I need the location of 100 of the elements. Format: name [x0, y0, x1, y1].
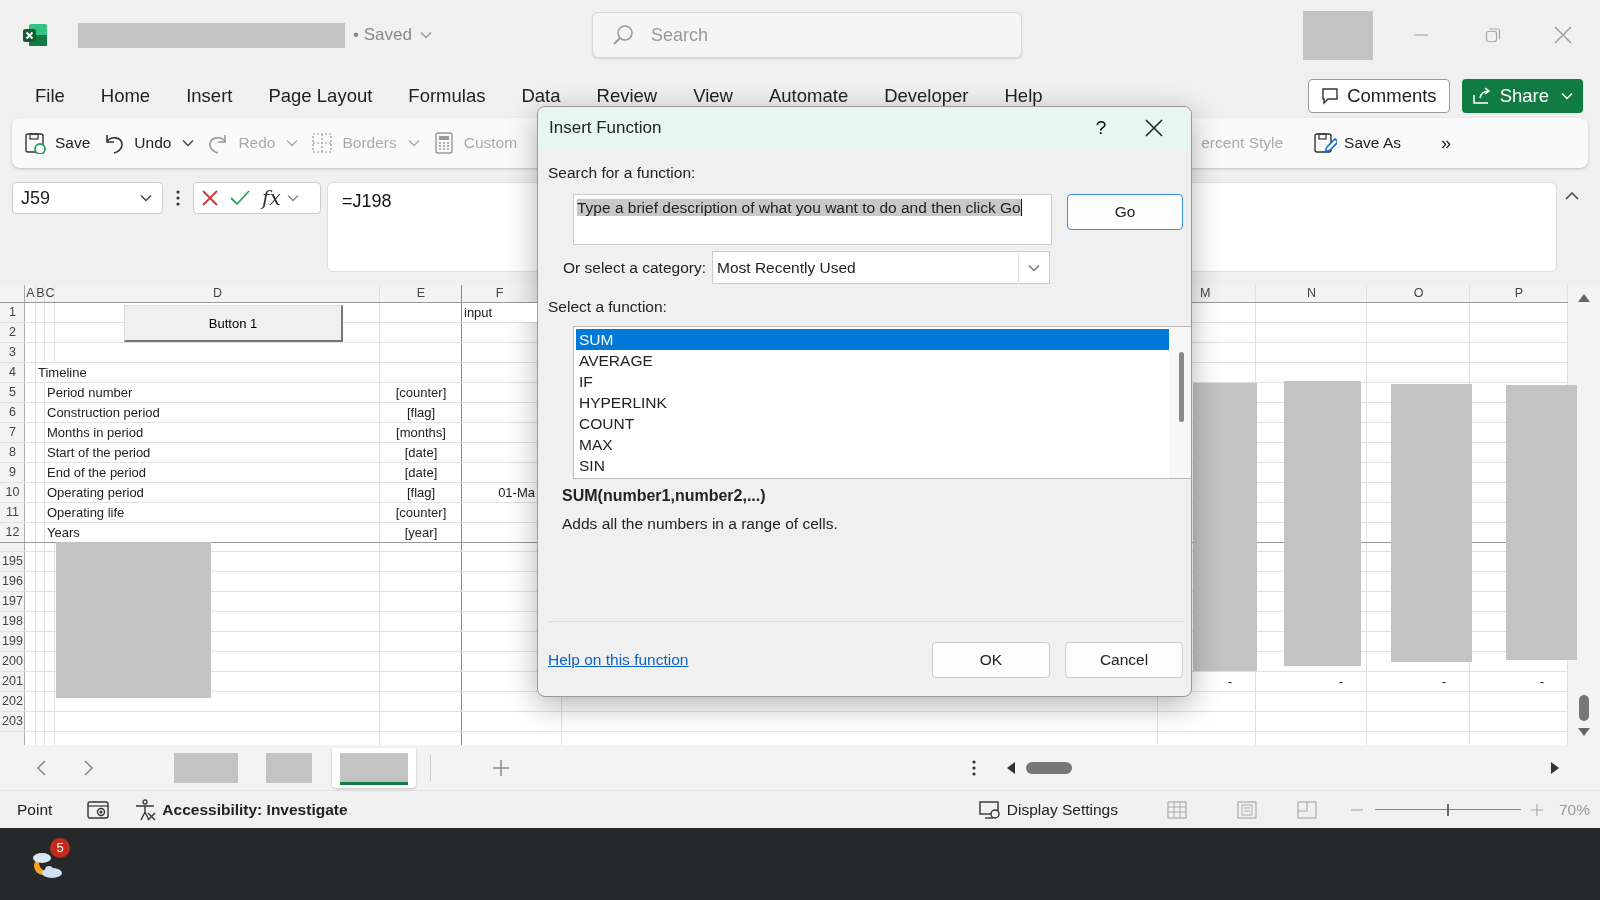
restore-icon[interactable]	[1485, 27, 1501, 43]
more-icon[interactable]	[972, 759, 976, 776]
share-button[interactable]: Share	[1461, 79, 1583, 113]
enter-icon[interactable]	[230, 190, 250, 206]
column-header[interactable]: F	[462, 285, 537, 302]
function-list-item[interactable]: MAX	[576, 434, 1169, 455]
function-list-item[interactable]: HYPERLINK	[576, 392, 1169, 413]
row-number[interactable]: 197	[0, 592, 25, 611]
column-header[interactable]: B	[36, 285, 45, 302]
scroll-right-icon[interactable]	[1550, 760, 1560, 775]
row-number[interactable]: 6	[0, 403, 25, 422]
column-header[interactable]: O	[1367, 285, 1470, 302]
row-number[interactable]: 10	[0, 483, 25, 502]
search-field[interactable]: Search	[591, 12, 1022, 58]
toolbar-button[interactable]: Save As	[1307, 124, 1405, 162]
accessibility-icon[interactable]	[134, 798, 157, 821]
column-header[interactable]: N	[1256, 285, 1367, 302]
row-number[interactable]: 198	[0, 612, 25, 631]
function-list-item[interactable]: AVERAGE	[576, 350, 1169, 371]
row-number[interactable]: 199	[0, 632, 25, 651]
row-number[interactable]: 3	[0, 343, 25, 362]
mode-text: Point	[17, 800, 53, 819]
row-number[interactable]: 5	[0, 383, 25, 402]
column-header[interactable]: E	[380, 285, 462, 302]
slider-thumb[interactable]	[1446, 803, 1449, 816]
chevron-down-icon[interactable]	[140, 194, 152, 202]
display-settings-icon[interactable]	[978, 799, 1001, 820]
ok-button[interactable]: OK	[932, 642, 1050, 678]
go-button[interactable]: Go	[1067, 194, 1183, 230]
function-description: Adds all the numbers in a range of cells.	[562, 515, 839, 533]
function-syntax: SUM(number1,number2,...)	[562, 487, 767, 505]
toolbar-button[interactable]: Save	[18, 124, 95, 162]
function-list[interactable]: SUM AVERAGE IF HYPERLINK COUNT MAX SIN	[573, 326, 1191, 479]
name-box[interactable]: J59	[12, 182, 163, 214]
row-number[interactable]: 4	[0, 363, 25, 382]
row-number[interactable]: 196	[0, 572, 25, 591]
display-settings-button[interactable]: Display Settings	[1006, 800, 1118, 819]
insert-function-button[interactable]: fx	[262, 186, 281, 210]
close-icon[interactable]	[1145, 119, 1163, 137]
plus-icon[interactable]	[493, 759, 509, 776]
row-number[interactable]: 12	[0, 523, 25, 542]
function-list-item[interactable]: COUNT	[576, 413, 1169, 434]
help-button[interactable]: ?	[1081, 116, 1121, 140]
help-link[interactable]: Help on this function	[548, 651, 689, 669]
scroll-up-icon[interactable]	[1577, 293, 1591, 303]
scroll-left-icon[interactable]	[1006, 760, 1016, 775]
scrollbar-thumb[interactable]	[1579, 695, 1589, 721]
table-cell-text: [year]	[403, 524, 439, 542]
menu-tab[interactable]: Automate	[751, 84, 867, 108]
column-header[interactable]: D	[55, 285, 380, 302]
save-as-icon	[1313, 132, 1338, 154]
row-number[interactable]: 195	[0, 552, 25, 571]
sheet-button[interactable]: Button 1	[124, 305, 343, 342]
sheet-tab[interactable]	[332, 747, 416, 788]
menu-tab[interactable]: Developer	[866, 84, 987, 108]
scroll-down-icon[interactable]	[1577, 727, 1591, 737]
spreadsheet-app-icon[interactable]	[22, 22, 48, 48]
menu-tab[interactable]: Insert	[168, 84, 251, 108]
menu-tab[interactable]: File	[17, 84, 83, 108]
chevron-down-icon[interactable]	[182, 139, 195, 147]
search-function-field[interactable]: Type a brief description of what you want to do and then click Go	[573, 194, 1053, 245]
accessibility-status[interactable]: Accessibility: Investigate	[162, 800, 348, 819]
column-header[interactable]: A	[25, 285, 36, 302]
menu-tab[interactable]: Review	[578, 84, 676, 108]
macro-record-icon[interactable]	[87, 799, 110, 820]
column-header[interactable]: P	[1470, 285, 1568, 302]
menu-tab[interactable]: View	[675, 84, 751, 108]
cancel-button[interactable]: Cancel	[1065, 642, 1183, 678]
category-dropdown[interactable]: Most Recently Used	[712, 251, 1050, 284]
menu-tab[interactable]: Help	[986, 84, 1061, 108]
more-icon[interactable]	[176, 190, 180, 206]
more-commands-button[interactable]: »	[1435, 124, 1455, 162]
menu-tab[interactable]: Data	[503, 84, 579, 108]
row-number[interactable]: 8	[0, 443, 25, 462]
table-cell-text: [flag]	[405, 404, 437, 422]
scrollbar-thumb[interactable]	[1026, 761, 1072, 774]
toolbar-button[interactable]: Undo	[97, 124, 199, 162]
menu-tab[interactable]: Formulas	[390, 84, 504, 108]
row-number[interactable]: 11	[0, 503, 25, 522]
cancel-icon[interactable]	[202, 190, 218, 206]
row-number[interactable]: 7	[0, 423, 25, 442]
chevron-down-icon[interactable]	[1028, 263, 1040, 272]
scrollbar-thumb[interactable]	[1179, 352, 1184, 422]
function-list-item[interactable]: IF	[576, 371, 1169, 392]
menu-tab[interactable]: Home	[82, 84, 169, 108]
row-number[interactable]: 202	[0, 692, 25, 711]
column-header[interactable]: C	[45, 285, 55, 302]
collapse-icon[interactable]	[1565, 192, 1579, 200]
row-number[interactable]: 2	[0, 323, 25, 342]
row-number[interactable]: 9	[0, 463, 25, 482]
function-list-item[interactable]: SIN	[576, 455, 1169, 476]
row-number[interactable]: 201	[0, 672, 25, 691]
chevron-down-icon[interactable]	[286, 194, 299, 202]
row-number[interactable]: 200	[0, 652, 25, 671]
row-number[interactable]: 203	[0, 712, 25, 731]
comments-button[interactable]: Comments	[1308, 79, 1450, 113]
menu-tab[interactable]: Page Layout	[250, 84, 391, 108]
function-list-item[interactable]: SUM	[576, 329, 1169, 350]
column-header[interactable]: M	[1192, 285, 1256, 302]
row-number[interactable]: 1	[0, 303, 25, 322]
